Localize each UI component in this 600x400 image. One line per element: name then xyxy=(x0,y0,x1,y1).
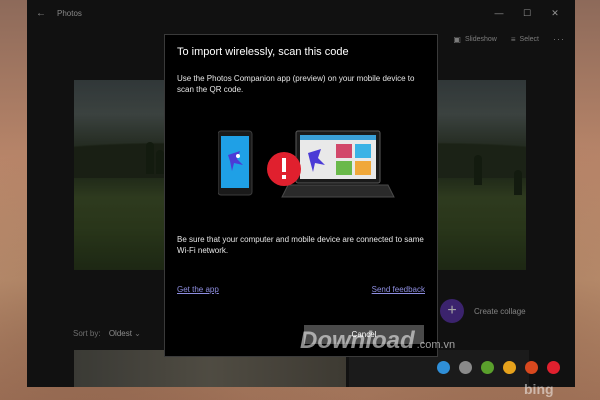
download-watermark: Download .com.vn xyxy=(300,327,455,355)
warning-icon xyxy=(267,152,301,186)
bing-logo: bing xyxy=(524,381,554,397)
get-the-app-link[interactable]: Get the app xyxy=(177,285,219,294)
watermark-tld: .com.vn xyxy=(416,339,456,351)
watermark-dot xyxy=(547,361,560,374)
dialog-instructions: Use the Photos Companion app (preview) o… xyxy=(177,74,415,94)
import-dialog: To import wirelessly, scan this code Use… xyxy=(164,34,438,357)
watermark-dot xyxy=(481,361,494,374)
watermark-brand: Download xyxy=(300,327,415,354)
phone-laptop-illustration xyxy=(218,130,395,198)
watermark-dot xyxy=(459,361,472,374)
network-note: Be sure that your computer and mobile de… xyxy=(177,235,424,255)
phone-icon xyxy=(218,130,253,196)
watermark-dot xyxy=(437,361,450,374)
watermark-dots xyxy=(437,361,569,374)
dialog-title: To import wirelessly, scan this code xyxy=(177,46,349,58)
watermark-dot xyxy=(525,361,538,374)
watermark-dot xyxy=(503,361,516,374)
send-feedback-link[interactable]: Send feedback xyxy=(372,285,425,294)
